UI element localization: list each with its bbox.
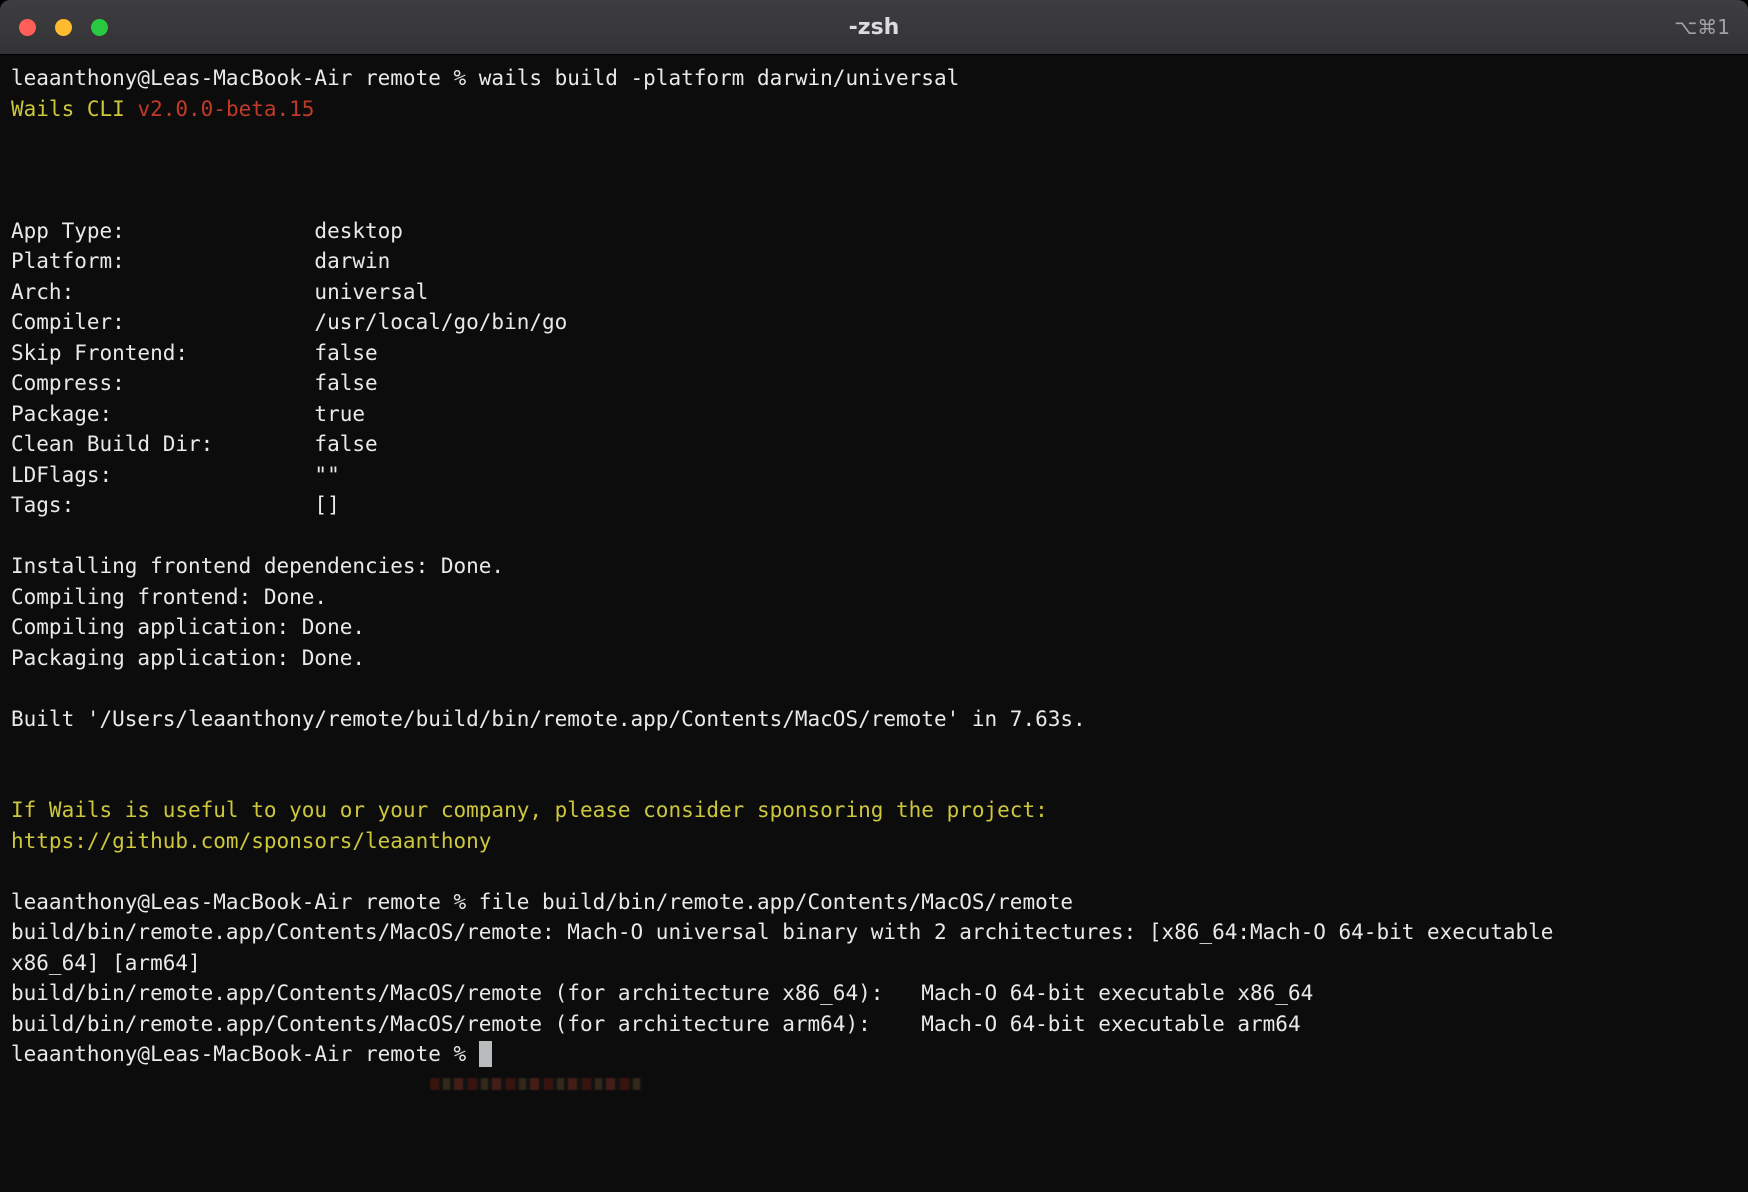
terminal-line: Compiler: /usr/local/go/bin/go xyxy=(11,307,1737,338)
terminal-line xyxy=(11,856,1737,887)
close-window-button[interactable] xyxy=(19,19,36,36)
terminal-line: Compiling application: Done. xyxy=(11,612,1737,643)
window-title: -zsh xyxy=(0,15,1748,40)
terminal-line xyxy=(11,124,1737,155)
terminal-text-segment: Package: true xyxy=(11,402,365,426)
terminal-line xyxy=(11,185,1737,216)
terminal-line: x86_64] [arm64] xyxy=(11,948,1737,979)
terminal-text-segment: build/bin/remote.app/Contents/MacOS/remo… xyxy=(11,1012,1301,1036)
terminal-line: Compiling frontend: Done. xyxy=(11,582,1737,613)
terminal-body[interactable]: leaanthony@Leas-MacBook-Air remote % wai… xyxy=(0,55,1748,1192)
terminal-line: Clean Build Dir: false xyxy=(11,429,1737,460)
terminal-line: Platform: darwin xyxy=(11,246,1737,277)
terminal-text-segment: Wails CLI xyxy=(11,97,137,121)
terminal-line: Built '/Users/leaanthony/remote/build/bi… xyxy=(11,704,1737,735)
terminal-line xyxy=(11,521,1737,552)
terminal-line: Skip Frontend: false xyxy=(11,338,1737,369)
terminal-text-segment: Compiling frontend: Done. xyxy=(11,585,327,609)
window-titlebar: -zsh ⌥⌘1 xyxy=(0,0,1748,55)
background-window-sliver xyxy=(430,1078,642,1090)
terminal-line xyxy=(11,765,1737,796)
terminal-line xyxy=(11,155,1737,186)
terminal-text-segment: Compiling application: Done. xyxy=(11,615,365,639)
terminal-text-segment: build/bin/remote.app/Contents/MacOS/remo… xyxy=(11,981,1313,1005)
terminal-text-segment: leaanthony@Leas-MacBook-Air remote % wai… xyxy=(11,66,959,90)
terminal-line: https://github.com/sponsors/leaanthony xyxy=(11,826,1737,857)
terminal-text-segment: v2.0.0-beta.15 xyxy=(137,97,314,121)
terminal-text-segment: LDFlags: "" xyxy=(11,463,340,487)
terminal-line: leaanthony@Leas-MacBook-Air remote % fil… xyxy=(11,887,1737,918)
terminal-line: App Type: desktop xyxy=(11,216,1737,247)
terminal-text-segment: Compiler: /usr/local/go/bin/go xyxy=(11,310,567,334)
terminal-line: Installing frontend dependencies: Done. xyxy=(11,551,1737,582)
terminal-text-segment: build/bin/remote.app/Contents/MacOS/remo… xyxy=(11,920,1553,944)
terminal-line: Arch: universal xyxy=(11,277,1737,308)
terminal-cursor xyxy=(479,1041,492,1067)
terminal-text-segment: https://github.com/sponsors/leaanthony xyxy=(11,829,491,853)
traffic-lights xyxy=(0,19,108,36)
terminal-line: build/bin/remote.app/Contents/MacOS/remo… xyxy=(11,978,1737,1009)
terminal-text-segment: Skip Frontend: false xyxy=(11,341,378,365)
terminal-text-segment: x86_64] [arm64] xyxy=(11,951,201,975)
terminal-text-segment: Compress: false xyxy=(11,371,378,395)
terminal-text-segment: App Type: desktop xyxy=(11,219,403,243)
terminal-text-segment: leaanthony@Leas-MacBook-Air remote % fil… xyxy=(11,890,1073,914)
terminal-line: If Wails is useful to you or your compan… xyxy=(11,795,1737,826)
terminal-text-segment: Platform: darwin xyxy=(11,249,390,273)
terminal-line: Tags: [] xyxy=(11,490,1737,521)
terminal-line: build/bin/remote.app/Contents/MacOS/remo… xyxy=(11,917,1737,948)
terminal-line: Package: true xyxy=(11,399,1737,430)
terminal-text-segment: Tags: [] xyxy=(11,493,340,517)
terminal-line xyxy=(11,673,1737,704)
minimize-window-button[interactable] xyxy=(55,19,72,36)
terminal-text-segment: Clean Build Dir: false xyxy=(11,432,378,456)
terminal-line: build/bin/remote.app/Contents/MacOS/remo… xyxy=(11,1009,1737,1040)
terminal-line xyxy=(11,734,1737,765)
zoom-window-button[interactable] xyxy=(91,19,108,36)
window-shortcut-badge: ⌥⌘1 xyxy=(1674,15,1730,39)
terminal-text-segment: Installing frontend dependencies: Done. xyxy=(11,554,504,578)
terminal-line: leaanthony@Leas-MacBook-Air remote % xyxy=(11,1039,1737,1070)
terminal-line: leaanthony@Leas-MacBook-Air remote % wai… xyxy=(11,63,1737,94)
terminal-line: Packaging application: Done. xyxy=(11,643,1737,674)
terminal-text-segment: Built '/Users/leaanthony/remote/build/bi… xyxy=(11,707,1086,731)
terminal-window: -zsh ⌥⌘1 leaanthony@Leas-MacBook-Air rem… xyxy=(0,0,1748,1192)
terminal-line: Compress: false xyxy=(11,368,1737,399)
terminal-text-segment: Arch: universal xyxy=(11,280,428,304)
terminal-line: LDFlags: "" xyxy=(11,460,1737,491)
terminal-text-segment: leaanthony@Leas-MacBook-Air remote % xyxy=(11,1042,479,1066)
terminal-line: Wails CLI v2.0.0-beta.15 xyxy=(11,94,1737,125)
terminal-text-segment: Packaging application: Done. xyxy=(11,646,365,670)
terminal-text-segment: If Wails is useful to you or your compan… xyxy=(11,798,1048,822)
